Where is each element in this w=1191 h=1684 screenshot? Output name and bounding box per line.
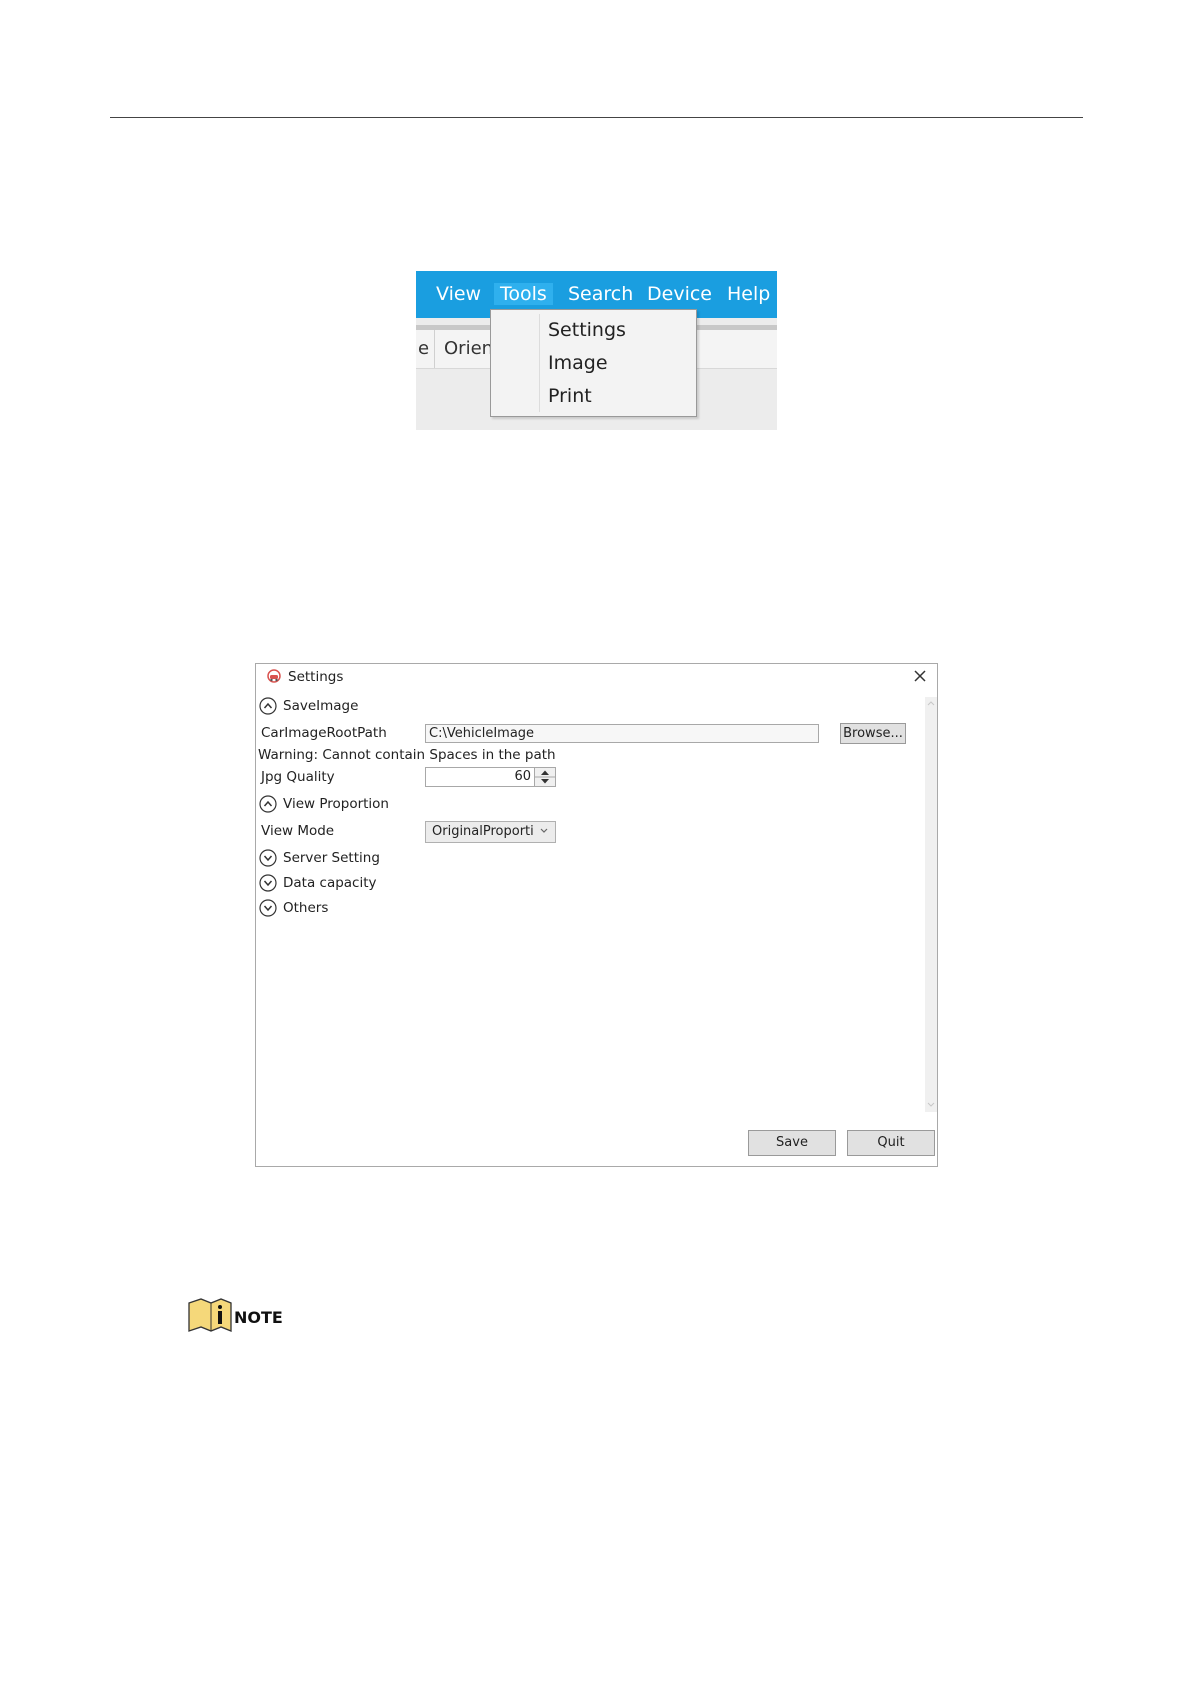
close-icon[interactable] — [912, 668, 928, 684]
menu-view[interactable]: View — [436, 283, 481, 305]
note-label: NOTE — [234, 1308, 283, 1327]
spin-arrows-icon[interactable] — [534, 768, 555, 786]
vertical-scrollbar[interactable] — [925, 697, 937, 1112]
collapse-up-icon[interactable] — [259, 795, 277, 813]
column-divider — [434, 330, 435, 368]
expand-down-icon[interactable] — [259, 874, 277, 892]
section-view-proportion[interactable]: View Proportion — [283, 796, 389, 812]
car-image-root-path-label: CarImageRootPath — [261, 725, 387, 741]
menu-search[interactable]: Search — [568, 283, 633, 305]
section-server-setting[interactable]: Server Setting — [283, 850, 380, 866]
jpg-quality-label: Jpg Quality — [261, 769, 335, 785]
view-mode-select[interactable]: OriginalProporti — [425, 821, 556, 843]
quit-button[interactable]: Quit — [847, 1130, 935, 1156]
path-warning-text: Warning: Cannot contain Spaces in the pa… — [258, 747, 556, 763]
section-data-capacity[interactable]: Data capacity — [283, 875, 377, 891]
dropdown-item-settings[interactable]: Settings — [548, 319, 626, 341]
header-rule — [110, 117, 1083, 118]
browse-button[interactable]: Browse... — [840, 723, 906, 744]
dialog-title: Settings — [288, 669, 344, 685]
menu-tools[interactable]: Tools — [494, 283, 553, 305]
column-header-orientation: Orien — [444, 338, 494, 359]
dropdown-gutter — [539, 314, 540, 412]
expand-down-icon[interactable] — [259, 899, 277, 917]
view-mode-label: View Mode — [261, 823, 335, 839]
note-callout: NOTE — [187, 1297, 297, 1337]
info-book-icon — [188, 1298, 232, 1332]
menu-device[interactable]: Device — [647, 283, 712, 305]
chevron-down-icon — [540, 828, 548, 833]
menu-screenshot: View Tools Search Device Help e Orien Se… — [416, 271, 777, 430]
save-button[interactable]: Save — [748, 1130, 836, 1156]
dropdown-item-print[interactable]: Print — [548, 385, 592, 407]
menu-help[interactable]: Help — [727, 283, 770, 305]
collapse-up-icon[interactable] — [259, 697, 277, 715]
jpg-quality-value: 60 — [514, 769, 531, 784]
car-image-root-path-input[interactable]: C:\VehicleImage — [425, 724, 819, 743]
column-header-partial: e — [418, 338, 430, 359]
app-car-icon — [267, 669, 281, 683]
dropdown-item-image[interactable]: Image — [548, 352, 608, 374]
view-mode-value: OriginalProporti — [432, 824, 534, 839]
expand-down-icon[interactable] — [259, 849, 277, 867]
jpg-quality-stepper[interactable]: 60 — [425, 767, 556, 787]
tools-dropdown: Settings Image Print — [490, 309, 697, 417]
section-others[interactable]: Others — [283, 900, 328, 916]
settings-dialog: Settings SaveImage CarImageRootPath C:\V… — [255, 663, 938, 1167]
section-save-image[interactable]: SaveImage — [283, 698, 358, 714]
